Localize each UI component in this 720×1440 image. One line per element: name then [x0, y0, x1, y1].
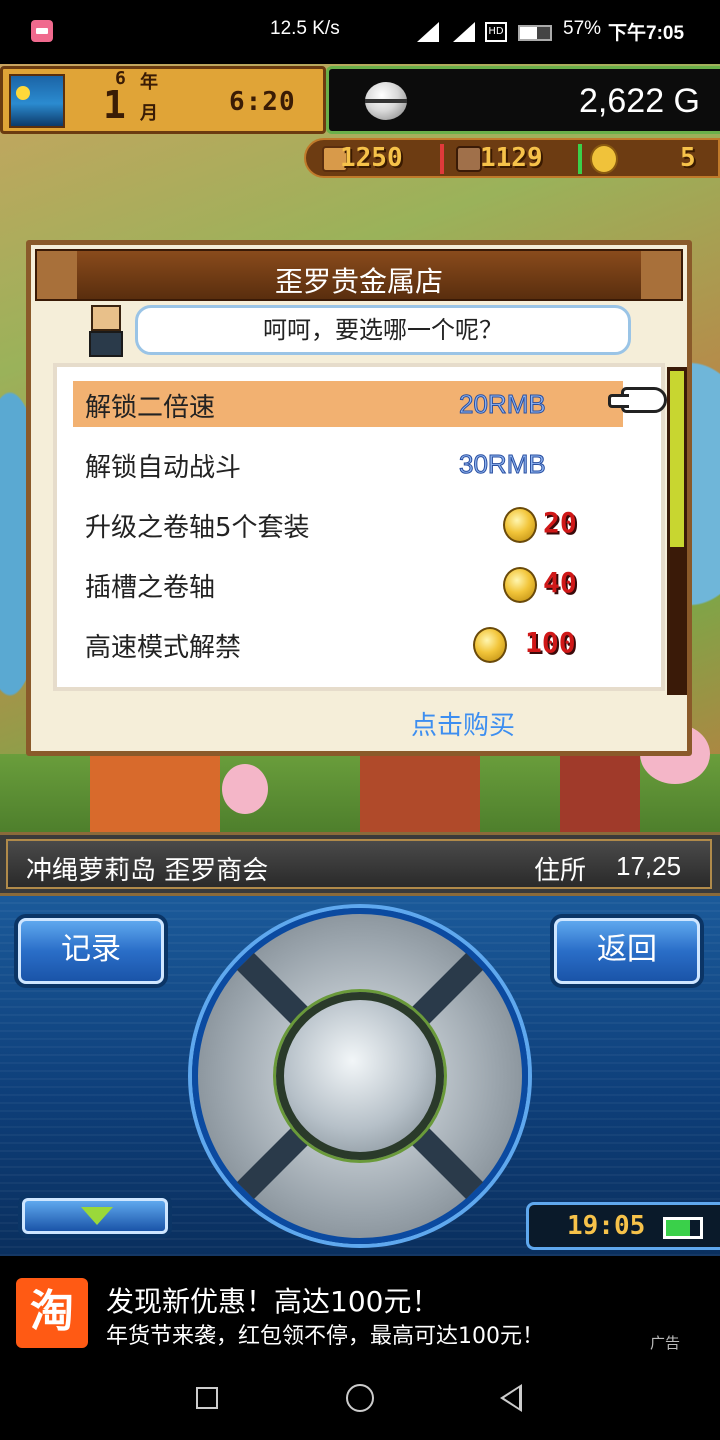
town-buildings — [0, 754, 720, 832]
home-icon[interactable] — [346, 1384, 374, 1412]
recent-apps-icon[interactable] — [196, 1387, 218, 1409]
device-clock: 19:05 — [526, 1202, 720, 1250]
ad-title: 发现新优惠！高达100元！ — [106, 1285, 440, 1318]
signal-4g-icon — [453, 22, 475, 42]
item-name: 高速模式解禁 — [85, 633, 242, 663]
resource-1-value: 1250 — [340, 143, 403, 173]
list-item-high-speed-mode[interactable]: 高速模式解禁 100 — [73, 621, 623, 667]
cherry-tree — [222, 764, 268, 814]
back-button[interactable]: 返回 — [554, 918, 700, 984]
location-name: 冲绳萝莉岛 歪罗商会 — [26, 856, 269, 886]
list-item-double-speed[interactable]: 解锁二倍速 20RMB — [73, 381, 623, 427]
buy-button[interactable]: 点击购买 — [411, 705, 515, 742]
resource-bar: 1250 1129 5 — [304, 138, 720, 178]
month-number: 1 — [103, 83, 126, 127]
ad-banner[interactable]: 淘 发现新优惠！高达100元！ 年货节来袭，红包领不停，最高可达100元！ 广告 — [0, 1256, 720, 1356]
battery-icon — [663, 1217, 703, 1239]
address-value: 17,25 — [616, 851, 682, 881]
navigation-bar — [0, 1356, 720, 1440]
shop-title: 歪罗贵金属店 — [274, 265, 443, 298]
record-button[interactable]: 记录 — [18, 918, 164, 984]
item-coin-price: 40 — [543, 566, 577, 599]
menu-down-button[interactable] — [22, 1198, 168, 1234]
net-speed: 12.5 K/s — [270, 18, 340, 39]
dpad-center-button[interactable] — [276, 992, 444, 1160]
list-item-auto-battle[interactable]: 解锁自动战斗 30RMB — [73, 441, 623, 487]
list-item-slot-scroll[interactable]: 插槽之卷轴 40 — [73, 561, 623, 607]
date-panel: 6 年 1 月 6:20 — [0, 66, 326, 134]
clock-time: 19:05 — [567, 1211, 646, 1241]
signal-4g-icon — [417, 22, 439, 42]
shop-dialog: 歪罗贵金属店 呵呵，要选哪一个呢？ 解锁二倍速 20RMB 解锁自动战斗 30R… — [26, 240, 692, 756]
lumber-icon — [456, 146, 482, 172]
status-time: 下午7:05 — [608, 23, 685, 44]
address-label: 住所 — [534, 856, 587, 886]
item-price: 20RMB — [459, 389, 547, 420]
medal-icon — [590, 144, 618, 174]
status-icons: HD — [355, 20, 555, 44]
game-time: 6:20 — [229, 87, 296, 117]
resource-gauge — [578, 144, 582, 174]
scrollbar-thumb[interactable] — [670, 371, 684, 547]
item-name: 插槽之卷轴 — [85, 573, 216, 603]
item-name: 升级之卷轴5个套装 — [85, 513, 310, 543]
weather-icon — [9, 74, 65, 128]
battery-icon — [518, 25, 552, 41]
resource-2-value: 1129 — [480, 143, 543, 173]
dpad[interactable] — [192, 908, 528, 1244]
pokeball-icon — [365, 82, 407, 120]
medal-icon — [503, 507, 537, 543]
controller-panel: 记录 返回 19:05 — [0, 896, 720, 1256]
bilibili-icon — [31, 20, 53, 42]
resource-3-value: 5 — [680, 143, 696, 173]
item-name: 解锁自动战斗 — [85, 453, 242, 483]
money-value: 2,622 G — [579, 82, 700, 120]
battery-percent: 57% — [563, 18, 602, 39]
item-coin-price: 100 — [525, 626, 576, 659]
item-coin-price: 20 — [543, 506, 577, 539]
taobao-logo: 淘 — [16, 1278, 88, 1348]
list-scrollbar[interactable] — [667, 367, 687, 695]
status-bar: 12.5 K/s HD 57% 下午7:05 — [0, 0, 720, 64]
item-list: 解锁二倍速 20RMB 解锁自动战斗 30RMB 升级之卷轴5个套装 20 插槽… — [53, 363, 667, 691]
list-item-upgrade-scroll-pack[interactable]: 升级之卷轴5个套装 20 — [73, 501, 623, 547]
ad-tag: 广告 — [650, 1334, 681, 1352]
back-icon[interactable] — [500, 1384, 522, 1412]
item-price: 30RMB — [459, 449, 547, 480]
speech-bubble: 呵呵，要选哪一个呢？ — [135, 305, 631, 355]
hd-icon: HD — [485, 22, 507, 42]
location-bar: 冲绳萝莉岛 歪罗商会 住所 17,25 — [0, 832, 720, 896]
merchant-avatar — [87, 303, 125, 359]
pointer-hand-icon — [608, 387, 667, 413]
medal-icon — [473, 627, 507, 663]
medal-icon — [503, 567, 537, 603]
shop-title-bar: 歪罗贵金属店 — [35, 249, 683, 301]
ad-subtitle: 年货节来袭，红包领不停，最高可达100元！ — [106, 1324, 544, 1349]
resource-gauge — [440, 144, 444, 174]
year-label: 年 — [140, 72, 158, 93]
month-label: 月 — [140, 103, 158, 124]
money-panel: 2,622 G — [326, 66, 720, 134]
greeting-text: 呵呵，要选哪一个呢？ — [263, 316, 503, 344]
item-name: 解锁二倍速 — [85, 393, 216, 423]
